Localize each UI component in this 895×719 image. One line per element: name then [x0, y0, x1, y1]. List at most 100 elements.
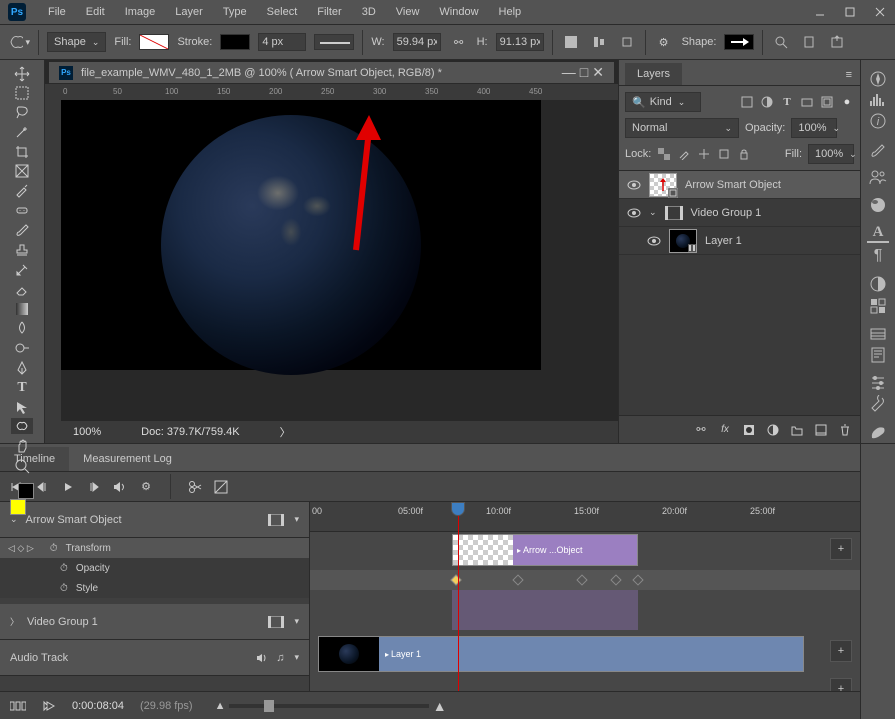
fx-icon[interactable]: fx	[718, 423, 732, 437]
play-icon[interactable]	[60, 479, 76, 495]
track-menu-icon[interactable]: ▾	[294, 514, 299, 525]
track-menu-icon[interactable]: ▾	[294, 652, 299, 663]
visibility-toggle-icon[interactable]	[627, 206, 641, 220]
brush-tool-icon[interactable]	[11, 222, 33, 238]
fill-swatch[interactable]	[139, 34, 169, 50]
menu-help[interactable]: Help	[489, 2, 532, 22]
stroke-width-input[interactable]	[258, 33, 306, 51]
slider-handle[interactable]	[264, 700, 274, 712]
filter-pixel-icon[interactable]	[740, 95, 754, 109]
delete-layer-icon[interactable]	[838, 423, 852, 437]
histogram-icon[interactable]	[867, 92, 889, 108]
foreground-color-swatch[interactable]	[10, 499, 26, 515]
track-audio[interactable]: Audio Track ♫ ▾	[0, 640, 309, 676]
layers-tab[interactable]: Layers	[625, 63, 682, 85]
lock-all-icon[interactable]	[737, 147, 751, 161]
adjustment-icon[interactable]	[766, 423, 780, 437]
track-film-icon[interactable]	[268, 514, 284, 526]
stopwatch-icon[interactable]: ⏱	[60, 583, 68, 594]
people-icon[interactable]	[867, 169, 889, 185]
search-icon[interactable]	[771, 32, 791, 52]
expand-icon[interactable]: 〉	[10, 615, 19, 628]
filter-shape-icon[interactable]	[800, 95, 814, 109]
audio-toggle-icon[interactable]	[112, 479, 128, 495]
blur-tool-icon[interactable]	[11, 320, 33, 336]
keyframe[interactable]	[610, 574, 621, 585]
playhead[interactable]	[458, 502, 459, 691]
width-input[interactable]	[393, 33, 441, 51]
menu-edit[interactable]: Edit	[76, 2, 115, 22]
frame-tool-icon[interactable]	[11, 164, 33, 178]
playhead-handle-icon[interactable]	[451, 502, 465, 516]
paragraph-icon[interactable]: ¶	[867, 247, 889, 265]
layer-kind-filter[interactable]: 🔍 Kind⌄	[625, 92, 701, 112]
menu-view[interactable]: View	[386, 2, 430, 22]
mask-icon[interactable]	[742, 423, 756, 437]
path-arrange-icon[interactable]	[617, 32, 637, 52]
split-clip-icon[interactable]	[187, 479, 203, 495]
layer-arrow-smart-object[interactable]: Arrow Smart Object	[619, 171, 860, 199]
stopwatch-icon[interactable]: ⏱	[50, 543, 58, 554]
share-icon[interactable]	[827, 32, 847, 52]
audio-icon[interactable]	[256, 652, 268, 664]
clip-layer1[interactable]: ▸Layer 1	[318, 636, 804, 672]
path-select-tool-icon[interactable]	[11, 400, 33, 414]
lock-position-icon[interactable]	[697, 147, 711, 161]
history-brush-tool-icon[interactable]	[11, 262, 33, 278]
lasso-tool-icon[interactable]	[11, 104, 33, 120]
styles-icon[interactable]	[867, 297, 889, 315]
eraser-tool-icon[interactable]	[11, 282, 33, 298]
gradient-tool-icon[interactable]	[11, 302, 33, 316]
wrench-icon[interactable]	[867, 395, 889, 413]
doc-minimize-icon[interactable]: —	[562, 64, 576, 81]
healing-tool-icon[interactable]	[11, 202, 33, 218]
doc-size-info[interactable]: Doc: 379.7K/759.4K	[141, 426, 239, 438]
wand-tool-icon[interactable]	[11, 124, 33, 140]
maximize-button[interactable]	[835, 0, 865, 25]
layer-fill-input[interactable]: 100%⌄	[808, 144, 854, 164]
stroke-style-select[interactable]	[314, 34, 354, 50]
canvas-viewport[interactable]	[61, 100, 618, 421]
filter-toggle-icon[interactable]: ●	[840, 95, 854, 109]
panel-menu-icon[interactable]: ≡	[838, 65, 860, 85]
visibility-toggle-icon[interactable]	[627, 178, 641, 192]
timecode[interactable]: 0:00:08:04	[72, 700, 124, 712]
lock-artboard-icon[interactable]	[717, 147, 731, 161]
close-button[interactable]	[865, 0, 895, 25]
filter-smart-icon[interactable]	[820, 95, 834, 109]
levels-icon[interactable]	[867, 326, 889, 342]
sliders-icon[interactable]	[867, 374, 889, 390]
menu-select[interactable]: Select	[257, 2, 308, 22]
character-icon[interactable]: A	[867, 225, 889, 243]
track-arrow[interactable]: ⌄ Arrow Smart Object ▾	[0, 502, 309, 538]
stopwatch-icon[interactable]: ⏱	[60, 563, 68, 574]
dodge-tool-icon[interactable]	[11, 340, 33, 356]
filter-type-icon[interactable]: T	[780, 95, 794, 109]
status-chevron-icon[interactable]: 〉	[280, 424, 291, 440]
menu-layer[interactable]: Layer	[165, 2, 213, 22]
group-icon[interactable]	[790, 423, 804, 437]
pen-tool-icon[interactable]	[11, 360, 33, 376]
menu-image[interactable]: Image	[115, 2, 166, 22]
background-color-swatch[interactable]	[18, 483, 34, 499]
timeline-ruler[interactable]: 00 05:00f 10:00f 15:00f 20:00f 25:00f	[310, 502, 860, 532]
menu-type[interactable]: Type	[213, 2, 257, 22]
crop-tool-icon[interactable]	[11, 144, 33, 160]
shape-preset-select[interactable]	[724, 34, 754, 50]
document-tab[interactable]: Ps file_example_WMV_480_1_2MB @ 100% ( A…	[49, 62, 614, 84]
stamp-tool-icon[interactable]	[11, 242, 33, 258]
adj-panel-icon[interactable]	[867, 275, 889, 293]
keyframe[interactable]	[450, 574, 461, 585]
keyframe[interactable]	[512, 574, 523, 585]
track-menu-icon[interactable]: ▾	[294, 616, 299, 627]
expand-icon[interactable]: ⌄	[10, 514, 18, 525]
next-frame-icon[interactable]	[86, 479, 102, 495]
layer-video-group[interactable]: ⌄ Video Group 1	[619, 199, 860, 227]
zoom-level[interactable]: 100%	[73, 426, 101, 438]
layer-layer1[interactable]: Layer 1	[619, 227, 860, 255]
menu-filter[interactable]: Filter	[307, 2, 351, 22]
prop-transform[interactable]: ◁ ◇ ▷ ⏱ Transform	[0, 538, 309, 558]
doc-icon[interactable]	[799, 32, 819, 52]
frame-mode-icon[interactable]	[10, 700, 26, 712]
zoom-tool-icon[interactable]	[11, 458, 33, 474]
